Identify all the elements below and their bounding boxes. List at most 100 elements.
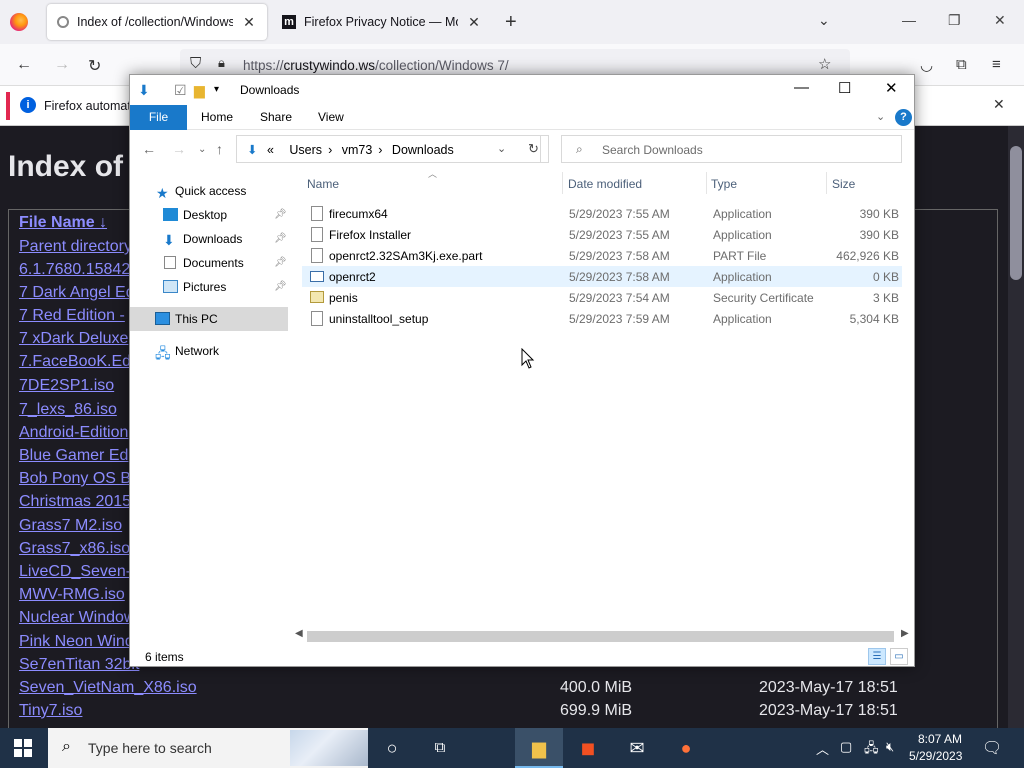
nav-pictures[interactable]: Pictures 📌︎ — [130, 275, 288, 299]
column-size[interactable]: Size — [832, 177, 855, 191]
restore-icon[interactable]: ❐ — [948, 12, 961, 29]
reload-icon[interactable]: ↻ — [88, 56, 101, 76]
refresh-icon[interactable]: ↻ — [519, 135, 549, 163]
file-link[interactable]: 7 xDark Deluxe — [19, 330, 128, 348]
file-link[interactable]: Grass7 M2.iso — [19, 517, 122, 535]
file-row[interactable]: uninstalltool_setup 5/29/2023 7:59 AM Ap… — [302, 308, 902, 329]
column-divider[interactable] — [706, 172, 707, 194]
tab-privacy-notice[interactable]: m Firefox Privacy Notice — Mozilla ✕ — [272, 4, 492, 40]
task-view-icon[interactable]: ⧉ — [416, 728, 464, 768]
recent-locations-icon[interactable]: ⌄ — [198, 144, 206, 155]
shield-icon[interactable]: ⛉ — [190, 55, 201, 72]
chevron-down-icon[interactable]: ⌄ — [818, 12, 830, 29]
scroll-right-icon[interactable]: ▶ — [901, 628, 909, 639]
customize-toolbar-icon[interactable]: ▾ — [214, 84, 219, 95]
pocket-icon[interactable]: ◡ — [920, 56, 933, 74]
new-folder-icon[interactable]: ▆ — [194, 82, 205, 99]
notification-center-icon[interactable]: 🗨︎ — [982, 738, 1002, 758]
file-link[interactable]: 6.1.7680.15842 — [19, 261, 130, 279]
properties-icon[interactable]: ☑ — [174, 82, 187, 99]
explorer-title-bar[interactable]: ⬇ ☑ ▆ ▾ Downloads — ☐ ✕ — [130, 75, 914, 105]
file-row[interactable]: firecumx64 5/29/2023 7:55 AM Application… — [302, 203, 902, 224]
address-history-chevron-icon[interactable]: ⌄ — [497, 142, 506, 155]
file-link[interactable]: Se7enTitan 32bit — [19, 656, 139, 674]
close-icon[interactable]: ✕ — [885, 79, 898, 97]
forward-icon[interactable]: → — [172, 141, 186, 157]
taskbar-search-box[interactable]: ⌕ Type here to search — [48, 728, 368, 768]
file-row[interactable]: openrct2.32SAm3Kj.exe.part 5/29/2023 7:5… — [302, 245, 902, 266]
mail-icon[interactable]: ✉ — [613, 728, 661, 768]
file-link[interactable]: 7 Red Edition - — [19, 307, 125, 325]
maximize-icon[interactable]: ☐ — [838, 79, 851, 97]
search-input[interactable]: ⌕ Search Downloads — [561, 135, 902, 163]
help-icon[interactable]: ? — [895, 109, 912, 126]
details-view-icon[interactable]: ☰ — [868, 648, 886, 665]
windows-start-icon[interactable] — [14, 739, 32, 757]
file-link[interactable]: Pink Neon Wind — [19, 633, 134, 651]
filename-column-header[interactable]: File Name ↓ — [19, 214, 107, 232]
expand-ribbon-icon[interactable]: ⌄ — [876, 110, 885, 123]
clock-time[interactable]: 8:07 AM — [916, 732, 964, 746]
file-link[interactable]: Grass7_x86.iso — [19, 540, 130, 558]
nav-documents[interactable]: Documents 📌︎ — [130, 251, 288, 275]
nav-this-pc[interactable]: This PC — [130, 307, 288, 331]
up-icon[interactable]: ↑ — [216, 141, 223, 157]
nav-quick-access[interactable]: ★ Quick access — [130, 179, 288, 203]
back-icon[interactable]: ← — [142, 141, 156, 157]
scroll-left-icon[interactable]: ◀ — [295, 628, 303, 639]
network-icon[interactable]: 🖧︎ — [864, 739, 879, 761]
extensions-icon[interactable]: ⧉ — [956, 56, 967, 73]
tab-file[interactable]: File — [130, 105, 187, 130]
file-link[interactable]: Seven_VietNam_X86.iso — [19, 679, 197, 697]
close-tab-icon[interactable]: ✕ — [466, 14, 482, 31]
file-link[interactable]: Nuclear Window — [19, 609, 135, 627]
new-tab-icon[interactable]: + — [505, 11, 517, 34]
file-link[interactable]: 7.FaceBooK.Ed — [19, 353, 131, 371]
file-row[interactable]: openrct2 5/29/2023 7:58 AM Application 0… — [302, 266, 902, 287]
store-icon[interactable]: ◼ — [564, 728, 612, 768]
tab-view[interactable]: View — [318, 105, 344, 130]
file-link[interactable]: MWV-RMG.iso — [19, 586, 125, 604]
column-name[interactable]: Name — [307, 177, 339, 191]
firefox-icon[interactable]: ● — [662, 728, 710, 768]
close-tab-icon[interactable]: ✕ — [241, 14, 257, 31]
file-explorer-icon[interactable]: ▆ — [515, 728, 563, 768]
breadcrumb-downloads[interactable]: Downloads — [392, 143, 454, 157]
file-link[interactable]: Tiny7.iso — [19, 702, 82, 720]
file-link[interactable]: Android-Edition — [19, 424, 128, 442]
close-notification-icon[interactable]: ✕ — [993, 96, 1005, 113]
nav-network[interactable]: 🖧︎ Network — [130, 339, 288, 363]
minimize-icon[interactable]: — — [902, 12, 916, 28]
file-link[interactable]: LiveCD_Seven- — [19, 563, 131, 581]
large-icons-view-icon[interactable]: ▭ — [890, 648, 908, 665]
lock-icon[interactable]: 🔒︎ — [218, 55, 225, 71]
scroll-thumb[interactable] — [307, 631, 894, 642]
clock-date[interactable]: 5/29/2023 — [909, 749, 962, 763]
page-scroll-thumb[interactable] — [1010, 146, 1022, 280]
file-link[interactable]: 7_lexs_86.iso — [19, 401, 117, 419]
firefox-menu-icon[interactable] — [10, 13, 28, 31]
back-icon[interactable]: ← — [16, 56, 32, 74]
forward-icon[interactable]: → — [54, 56, 70, 74]
file-link[interactable]: 7DE2SP1.iso — [19, 377, 114, 395]
nav-desktop[interactable]: Desktop 📌︎ — [130, 203, 288, 227]
bookmark-star-icon[interactable]: ☆ — [818, 55, 831, 73]
breadcrumb-users[interactable]: Users — [289, 143, 322, 157]
file-link[interactable]: Bob Pony OS B — [19, 470, 131, 488]
nav-downloads[interactable]: ⬇ Downloads 📌︎ — [130, 227, 288, 251]
cortana-icon[interactable]: ○ — [368, 728, 416, 768]
breadcrumb-vm73[interactable]: vm73 — [342, 143, 373, 157]
volume-muted-icon[interactable]: 🔇︎ — [886, 739, 894, 755]
hamburger-menu-icon[interactable]: ≡ — [992, 56, 1001, 73]
file-link[interactable]: 7 Dark Angel Ed — [19, 284, 135, 302]
close-icon[interactable]: ✕ — [994, 12, 1006, 29]
column-date-modified[interactable]: Date modified — [568, 177, 642, 191]
address-bar[interactable]: ⬇ « Users › vm73 › Downloads ⌄ — [236, 135, 541, 163]
file-row[interactable]: Firefox Installer 5/29/2023 7:55 AM Appl… — [302, 224, 902, 245]
chevron-up-icon[interactable]: ︿ — [816, 739, 829, 758]
minimize-icon[interactable]: — — [794, 79, 809, 96]
parent-directory-link[interactable]: Parent directory/ — [19, 238, 136, 256]
horizontal-scrollbar[interactable]: ◀ ▶ — [293, 628, 914, 644]
meet-now-icon[interactable]: ▢ — [840, 739, 852, 755]
column-divider[interactable] — [562, 172, 563, 194]
